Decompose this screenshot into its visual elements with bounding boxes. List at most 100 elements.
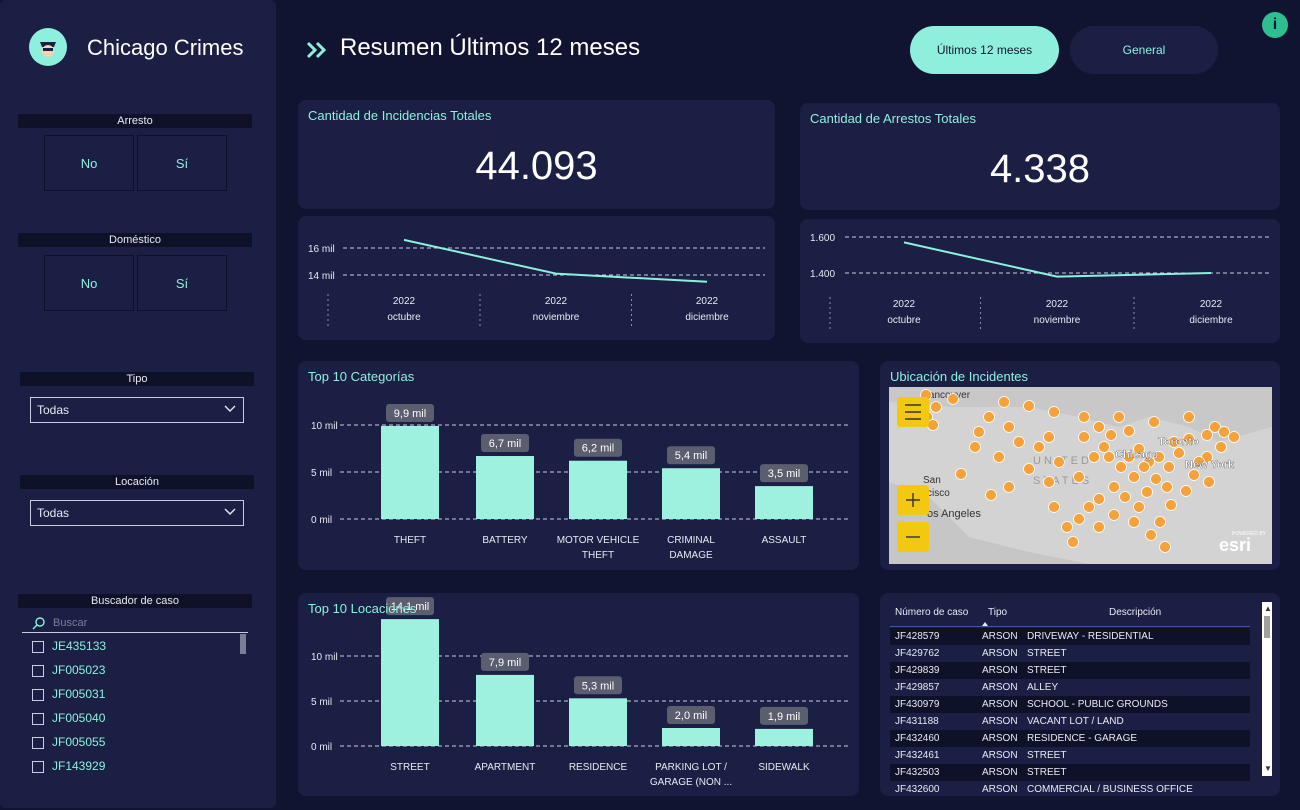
map-menu-button[interactable] — [897, 397, 929, 427]
bar[interactable] — [381, 425, 439, 519]
kpi-arrestos-title: Cantidad de Arrestos Totales — [810, 111, 976, 126]
map-label-los-angeles: os Angeles — [927, 508, 981, 520]
table-row[interactable]: JF430979 ARSON SCHOOL - PUBLIC GROUNDS — [890, 696, 1250, 713]
top-locaciones-title: Top 10 Locaciones — [308, 601, 417, 616]
checkbox[interactable] — [32, 640, 44, 653]
case-list-scrollbar[interactable] — [240, 634, 246, 654]
bar[interactable] — [569, 698, 627, 746]
case-id: JF143929 — [52, 759, 106, 773]
bar[interactable] — [662, 728, 720, 746]
cell-tipo: ARSON — [982, 733, 1018, 744]
bar[interactable] — [755, 728, 813, 746]
table-row[interactable]: JF431188 ARSON VACANT LOT / LAND — [890, 713, 1250, 730]
table-scrollbar[interactable]: ▲ ▼ — [1262, 602, 1272, 776]
incident-dot — [1053, 456, 1065, 468]
y-tick-label: 10 mil — [311, 421, 338, 432]
x-tick-label: ASSAULT — [762, 535, 807, 546]
incident-dot — [1218, 426, 1230, 438]
header-tipo[interactable]: Tipo — [988, 604, 1007, 621]
map-label-new-york: New York — [1185, 459, 1235, 471]
double-chevron-icon — [306, 41, 327, 59]
checkbox[interactable] — [32, 760, 44, 773]
cell-case-number: JF429857 — [895, 682, 940, 693]
case-search[interactable]: Buscar — [22, 614, 248, 633]
y-tick-label: 0 mil — [311, 515, 332, 526]
scroll-down-icon[interactable]: ▼ — [1264, 764, 1272, 773]
case-id: JF005040 — [52, 711, 106, 725]
cell-case-number: JF429762 — [895, 648, 940, 659]
x-tick-month: noviembre — [533, 312, 580, 323]
scroll-up-icon[interactable]: ▲ — [1264, 604, 1272, 613]
incident-dot — [1088, 451, 1100, 463]
locacion-dropdown[interactable]: Todas — [30, 500, 244, 526]
case-list-item[interactable]: JF005023 — [32, 663, 105, 683]
top-categorias-chart: 10 mil 5 mil 0 mil 9,9 mil THEFT 6,7 mil BATTE… — [311, 403, 848, 561]
checkbox[interactable] — [32, 664, 44, 677]
x-tick-year: 2022 — [1200, 299, 1223, 310]
bar[interactable] — [381, 619, 439, 746]
bar[interactable] — [476, 674, 534, 746]
trend-incidencias-card: 16 mil 14 mil 2022 octubre 2022 noviembre 2022… — [298, 216, 775, 340]
tipo-dropdown[interactable]: Todas — [30, 397, 244, 423]
search-icon — [32, 617, 45, 630]
table-row[interactable]: JF432460 ARSON RESIDENCE - GARAGE — [890, 730, 1250, 747]
x-tick-label: STREET — [390, 762, 429, 773]
domestico-si-tile[interactable]: Sí — [137, 255, 227, 311]
checkbox[interactable] — [32, 688, 44, 701]
incident-dot — [1159, 541, 1171, 553]
page-title: Resumen Últimos 12 meses — [340, 34, 641, 61]
general-button[interactable]: General — [1070, 26, 1218, 74]
header-descripcion[interactable]: Descripción — [1109, 604, 1161, 621]
case-list-item[interactable]: JF143929 — [32, 759, 105, 779]
incident-dot — [927, 419, 939, 431]
data-label: 3,5 mil — [768, 468, 800, 480]
bar[interactable] — [755, 486, 813, 519]
incident-dot — [1073, 471, 1085, 483]
incident-map[interactable]: Vancouver San cisco os Angeles UNITED ST… — [889, 387, 1272, 564]
incident-dot — [1061, 521, 1073, 533]
incident-dot — [1203, 476, 1215, 488]
info-icon[interactable]: i — [1262, 12, 1288, 38]
cell-descripcion: RESIDENCE - GARAGE — [1027, 733, 1138, 744]
domestico-no-tile[interactable]: No — [44, 255, 134, 311]
ultimos-12-meses-button[interactable]: Últimos 12 meses — [910, 26, 1059, 74]
table-row[interactable]: JF429762 ARSON STREET — [890, 645, 1250, 662]
incident-dot — [998, 396, 1010, 408]
case-list-item[interactable]: JE435133 — [32, 639, 106, 659]
incident-dot — [1048, 406, 1060, 418]
table-row[interactable]: JF428579 ARSON DRIVEWAY - RESIDENTIAL — [890, 628, 1250, 645]
table-row[interactable]: JF429857 ARSON ALLEY — [890, 679, 1250, 696]
y-tick-label: 14 mil — [308, 271, 335, 282]
y-tick-label: 5 mil — [311, 468, 332, 479]
domestico-label: Doméstico — [18, 233, 252, 247]
incident-dot — [1128, 516, 1140, 528]
map-zoom-out-button[interactable] — [897, 522, 929, 552]
scroll-thumb[interactable] — [1264, 616, 1270, 638]
cell-descripcion: VACANT LOT / LAND — [1027, 716, 1124, 727]
bar[interactable] — [476, 456, 534, 519]
case-list-item[interactable]: JF005055 — [32, 735, 105, 755]
cell-descripcion: SCHOOL - PUBLIC GROUNDS — [1027, 699, 1168, 710]
case-list-item[interactable]: JF005031 — [32, 687, 105, 707]
arresto-si-tile[interactable]: Sí — [137, 135, 227, 191]
bar[interactable] — [569, 460, 627, 519]
map-zoom-in-button[interactable] — [897, 485, 929, 515]
checkbox[interactable] — [32, 712, 44, 725]
data-label: 6,7 mil — [489, 438, 521, 450]
bar[interactable] — [662, 468, 720, 519]
table-row[interactable]: JF432461 ARSON STREET — [890, 747, 1250, 764]
incident-dot — [1098, 441, 1110, 453]
table-row[interactable]: JF429839 ARSON STREET — [890, 662, 1250, 679]
checkbox[interactable] — [32, 736, 44, 749]
header-numero-caso[interactable]: Número de caso — [895, 604, 968, 621]
table-row[interactable]: JF432600 ARSON COMMERCIAL / BUSINESS OFFIC… — [890, 781, 1250, 792]
table-row[interactable]: JF432503 ARSON STREET — [890, 764, 1250, 781]
arresto-no-tile[interactable]: No — [44, 135, 134, 191]
x-tick-month: diciembre — [1189, 315, 1233, 326]
incident-dot — [1048, 501, 1060, 513]
trend-arrestos-chart: 1.600 1.400 2022 octubre 2022 noviembre 2022 di… — [810, 233, 1270, 331]
incident-dot — [1108, 481, 1120, 493]
cell-case-number: JF431188 — [895, 716, 939, 727]
kpi-arrestos-value: 4.338 — [989, 147, 1091, 191]
case-list-item[interactable]: JF005040 — [32, 711, 105, 731]
